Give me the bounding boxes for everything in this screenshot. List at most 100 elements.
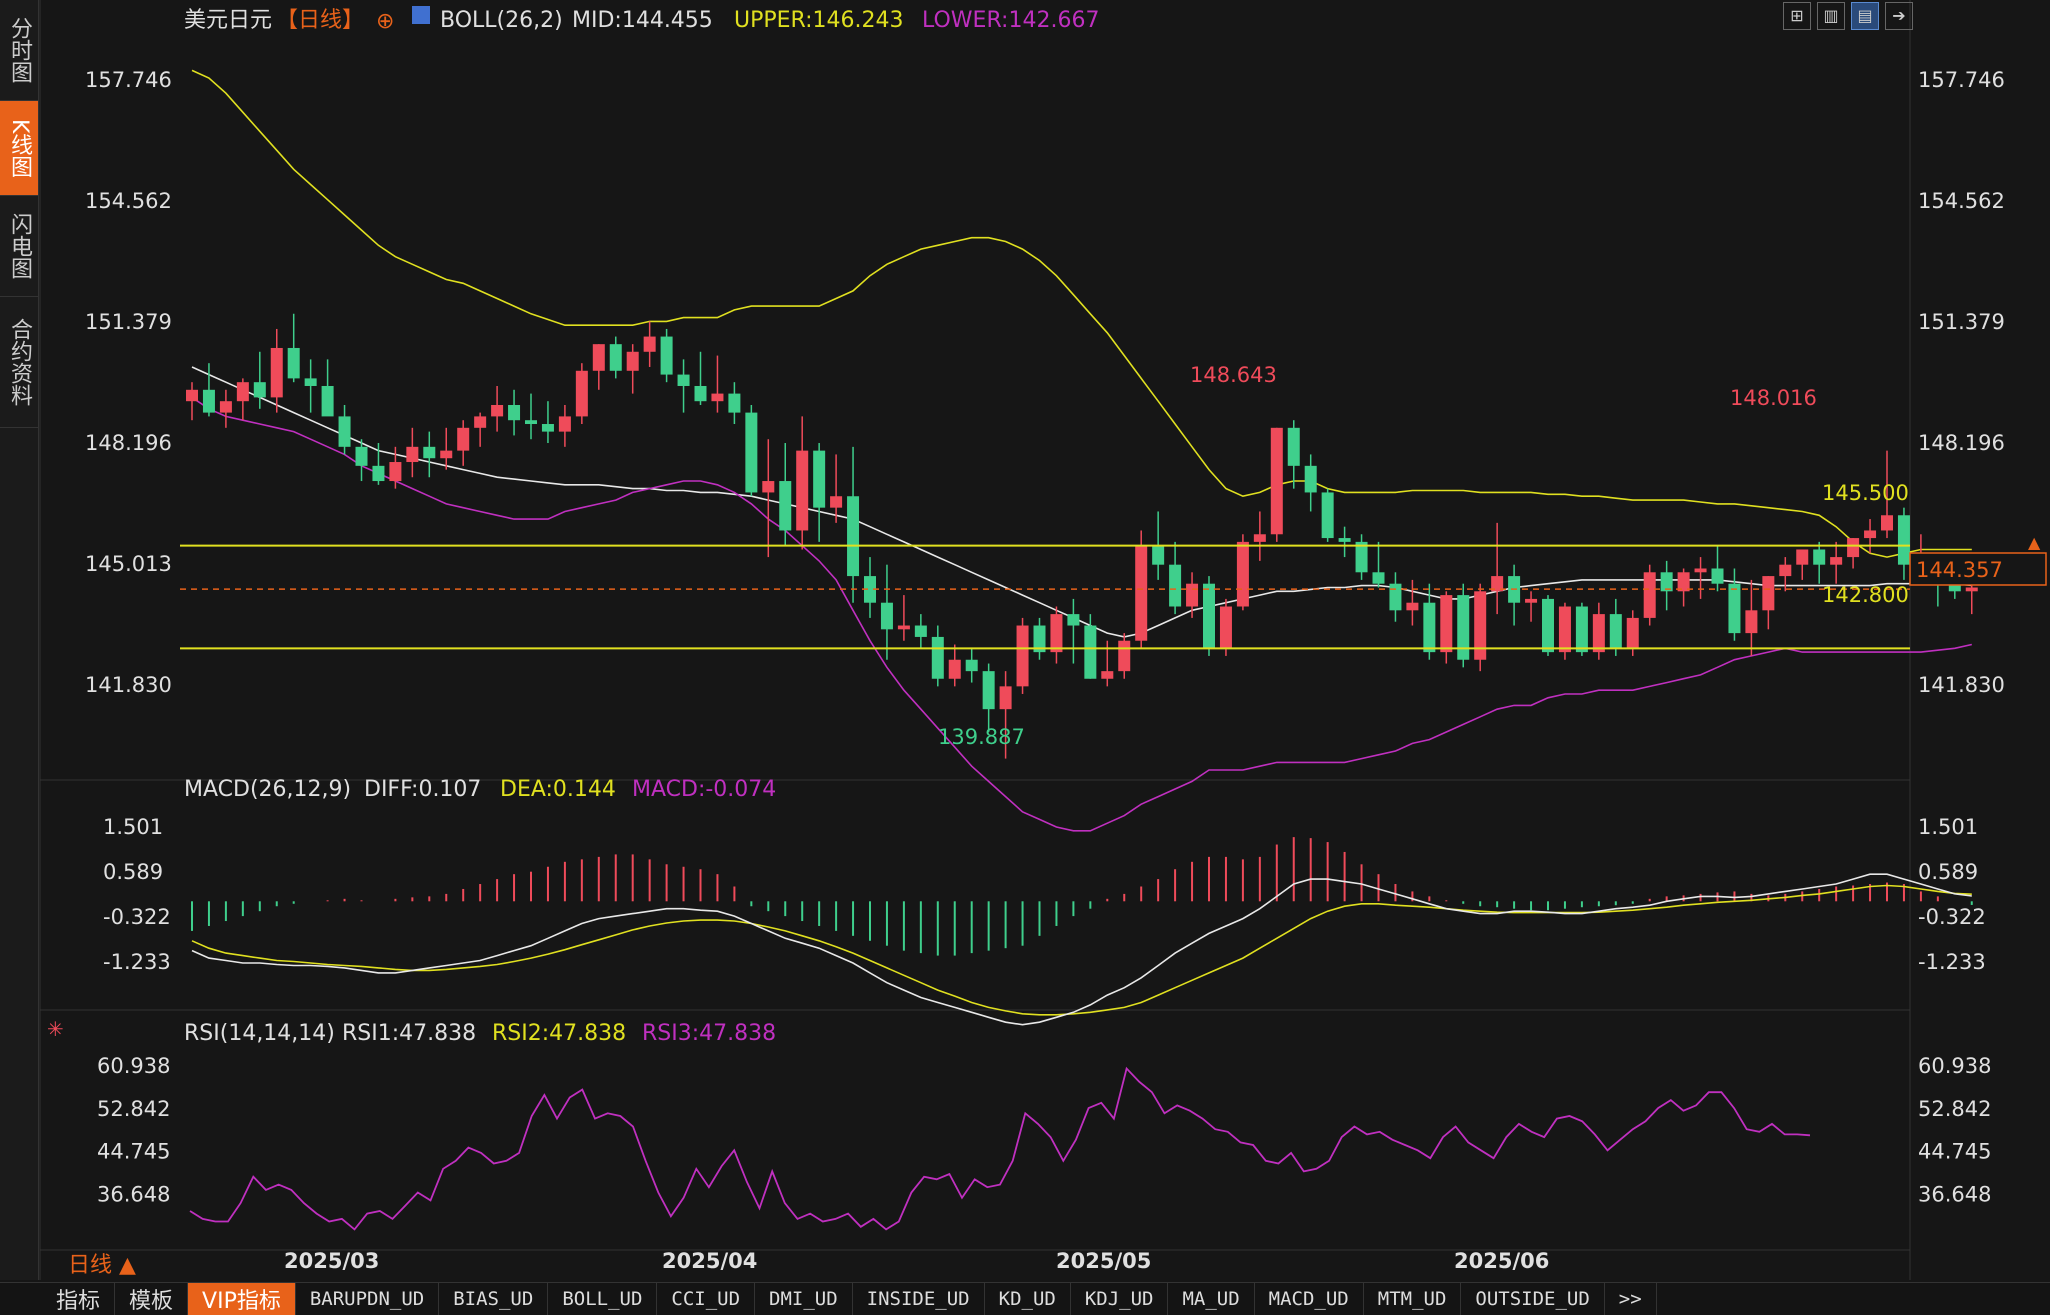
chart-canvas[interactable]: 美元日元 【日线】 ⊕ BOLL(26,2) MID:144.455 UPPER… — [0, 0, 2050, 1280]
candle-body — [660, 336, 673, 375]
candle-body — [1694, 568, 1707, 573]
macd-tick-left: 1.501 — [103, 815, 163, 839]
candle-body — [609, 344, 622, 371]
candle — [1050, 606, 1063, 664]
candle — [1830, 541, 1843, 584]
candle-body — [880, 602, 893, 630]
candle — [1389, 572, 1402, 622]
candle-body — [423, 446, 436, 459]
price-tick-left: 145.013 — [85, 552, 172, 576]
tab-barupdn[interactable]: BARUPDN_UD — [296, 1283, 440, 1315]
macd-tick-right: 0.589 — [1918, 860, 1978, 884]
candlesticks — [186, 313, 1978, 759]
candle — [1897, 507, 1910, 580]
candle — [1016, 617, 1029, 694]
sidebar-item-timeshare[interactable]: 分时图 — [0, 0, 38, 101]
boll-mid: MID:144.455 — [572, 8, 713, 33]
candle — [779, 443, 792, 546]
chart-toolbar: ⊞ ▥ ▤ ➔ — [1783, 2, 1913, 30]
candle — [1406, 579, 1419, 626]
rsi1: RSI1:47.838 — [342, 1021, 476, 1046]
rsi3: RSI3:47.838 — [642, 1021, 776, 1046]
candle-body — [677, 374, 690, 386]
macd-tick-right: -1.233 — [1918, 950, 1986, 974]
candle-body — [253, 382, 266, 398]
tab-macd[interactable]: MACD_UD — [1255, 1283, 1364, 1315]
candle — [304, 359, 317, 413]
sidebar-item-flash[interactable]: 闪电图 — [0, 196, 38, 297]
candle-body — [406, 446, 419, 463]
candle — [541, 401, 554, 444]
tab-mtm[interactable]: MTM_UD — [1364, 1283, 1462, 1315]
tab-cci[interactable]: CCI_UD — [657, 1283, 756, 1315]
candle-body — [575, 370, 588, 417]
candle-body — [779, 481, 792, 531]
settings-icon[interactable]: ⊕ — [376, 9, 394, 34]
sidebar-item-contract-info[interactable]: 合约资料 — [0, 297, 38, 428]
tab-outside[interactable]: OUTSIDE_UD — [1461, 1283, 1605, 1315]
candle-body — [1711, 568, 1724, 584]
price-tick-right: 157.746 — [1918, 68, 2005, 92]
candle-body — [965, 659, 978, 672]
candle-body — [1050, 614, 1063, 653]
tab-template[interactable]: 模板 — [115, 1283, 189, 1315]
tab-more[interactable]: >> — [1605, 1283, 1657, 1315]
candle — [253, 351, 266, 409]
period-selector[interactable]: 日线 ▲ — [68, 1253, 136, 1278]
price-tick-right: 141.830 — [1918, 673, 2005, 697]
candle — [694, 351, 707, 405]
candle-body — [1203, 583, 1215, 649]
candle — [1694, 557, 1707, 599]
candle-body — [1016, 625, 1029, 687]
candle — [1525, 591, 1538, 622]
candle-body — [355, 446, 368, 466]
tab-kdj[interactable]: KDJ_UD — [1071, 1283, 1169, 1315]
tab-boll[interactable]: BOLL_UD — [548, 1283, 658, 1315]
candle-body — [1965, 587, 1978, 592]
candle — [1253, 511, 1266, 561]
candle-body — [202, 389, 215, 413]
tab-ma[interactable]: MA_UD — [1168, 1283, 1255, 1315]
rsi-settings-icon[interactable]: ✳ — [47, 1017, 64, 1041]
indicator-chart-icon[interactable] — [412, 6, 430, 24]
candle — [1067, 598, 1080, 664]
candle — [914, 614, 927, 649]
candle-body — [643, 336, 656, 352]
candle — [1203, 576, 1215, 656]
candle-body — [711, 393, 724, 402]
candle-body — [1542, 598, 1554, 653]
candle — [1728, 568, 1741, 641]
sidebar-item-kline[interactable]: K线图 — [0, 101, 38, 196]
macd-tick-left: 0.589 — [103, 860, 163, 884]
candle — [660, 328, 673, 383]
candle-body — [1372, 572, 1385, 584]
candle — [711, 355, 724, 413]
candle — [1711, 545, 1724, 592]
symbol-label: 美元日元 — [184, 8, 272, 33]
candle-body — [1728, 583, 1741, 634]
macd-tick-right: -0.322 — [1918, 905, 1986, 929]
macd-label: MACD(26,12,9) — [184, 777, 351, 802]
period-label[interactable]: 【日线】 — [276, 8, 364, 33]
candle — [728, 382, 741, 425]
candle-body — [830, 496, 843, 508]
tab-vip-indicator[interactable]: VIP指标 — [188, 1283, 296, 1315]
tab-bias[interactable]: BIAS_UD — [439, 1283, 549, 1315]
candle — [643, 321, 656, 367]
rsi-label: RSI(14,14,14) — [184, 1021, 335, 1046]
macd-diff: DIFF:0.107 — [364, 777, 481, 802]
tab-inside[interactable]: INSIDE_UD — [853, 1283, 985, 1315]
candle — [270, 328, 283, 413]
tab-indicator[interactable]: 指标 — [0, 1283, 116, 1315]
tab-dmi[interactable]: DMI_UD — [755, 1283, 853, 1315]
candle — [864, 557, 876, 618]
bar-chart-icon[interactable]: ▥ — [1817, 2, 1845, 30]
candle-body — [1152, 545, 1165, 565]
candle — [626, 344, 639, 394]
candle-body — [1643, 572, 1656, 618]
grid-icon[interactable]: ⊞ — [1783, 2, 1811, 30]
tab-kd[interactable]: KD_UD — [985, 1283, 1071, 1315]
arrow-right-icon[interactable]: ➔ — [1885, 2, 1913, 30]
candle-body — [541, 424, 554, 432]
candle-chart-icon[interactable]: ▤ — [1851, 2, 1879, 30]
